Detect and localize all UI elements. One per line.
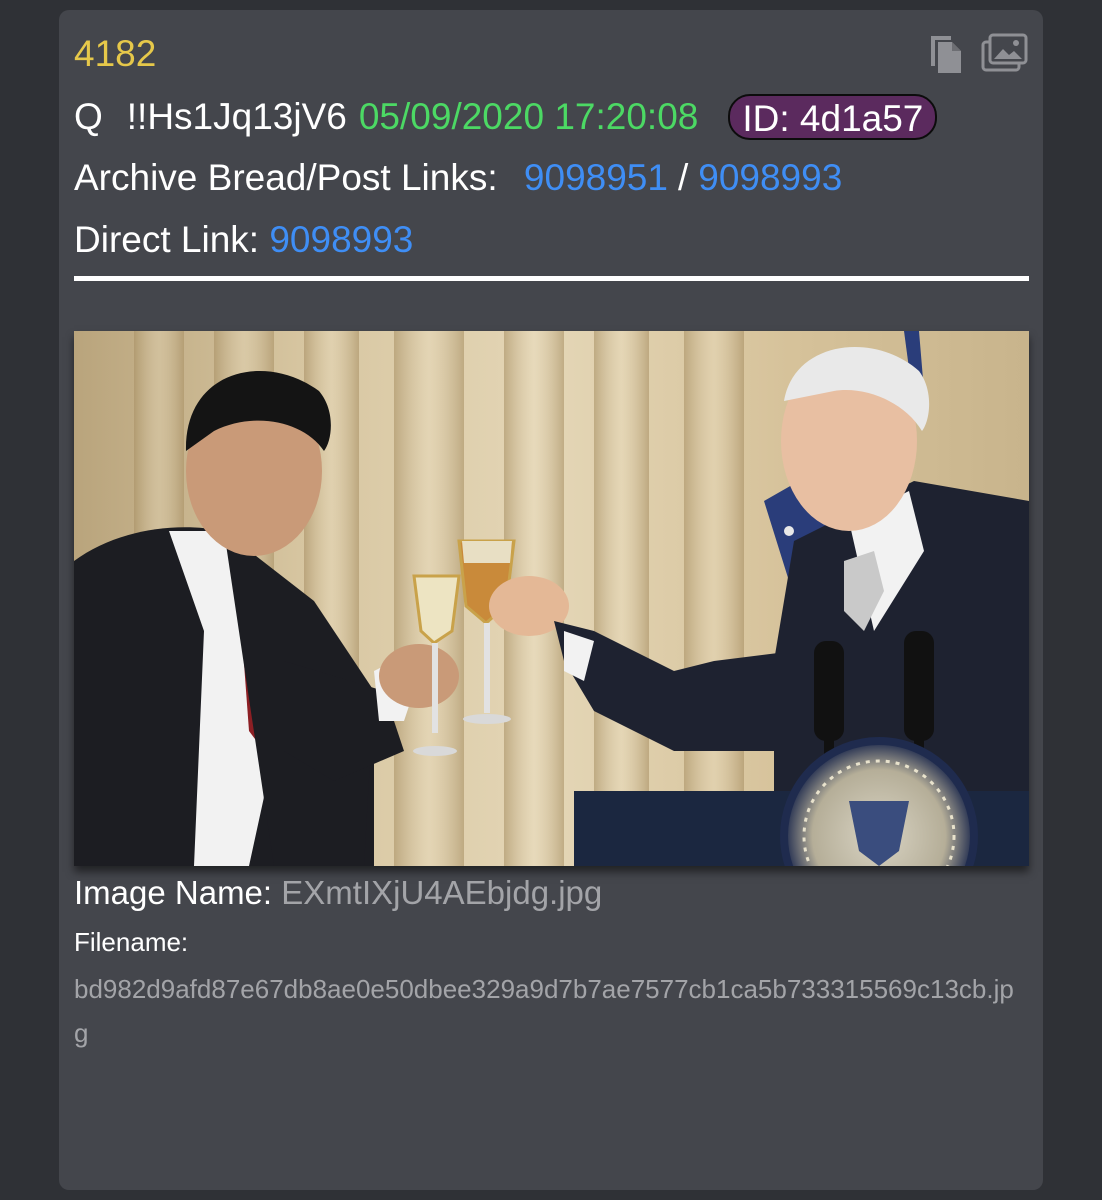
filename-label: Filename: — [74, 927, 189, 957]
post-header: Q !!Hs1Jq13jV6 05/09/2020 17:20:08 ID: 4… — [74, 94, 938, 140]
images-icon[interactable] — [981, 32, 1029, 72]
header-divider — [74, 276, 1029, 281]
post-id-badge[interactable]: ID: 4d1a57 — [728, 94, 938, 140]
post-tripcode: !!Hs1Jq13jV6 — [126, 96, 347, 137]
archive-link-separator: / — [677, 157, 689, 198]
direct-link-row: Direct Link: 9098993 — [74, 218, 413, 262]
post-card: 4182 Q !!Hs1Jq13jV6 05/09/2020 17:20:08 … — [59, 10, 1043, 1190]
direct-link-label: Direct Link: — [74, 219, 260, 260]
image-name-value[interactable]: EXmtIXjU4AEbjdg.jpg — [281, 874, 602, 911]
post-image[interactable] — [74, 331, 1029, 866]
post-number[interactable]: 4182 — [74, 32, 156, 76]
archive-post-link[interactable]: 9098993 — [698, 157, 842, 198]
direct-link[interactable]: 9098993 — [269, 219, 413, 260]
post-datetime: 05/09/2020 17:20:08 — [358, 96, 699, 137]
image-name-row: Image Name: EXmtIXjU4AEbjdg.jpg — [74, 871, 602, 915]
archive-links-row: Archive Bread/Post Links: 9098951/909899… — [74, 156, 842, 200]
post-toolbar — [925, 30, 1029, 74]
post-author: Q — [74, 96, 103, 137]
filename-value[interactable]: bd982d9afd87e67db8ae0e50dbee329a9d7b7ae7… — [74, 967, 1024, 1055]
archive-bread-link[interactable]: 9098951 — [524, 157, 668, 198]
image-name-label: Image Name: — [74, 874, 273, 911]
archive-links-label: Archive Bread/Post Links: — [74, 157, 498, 198]
copy-icon[interactable] — [925, 30, 963, 74]
